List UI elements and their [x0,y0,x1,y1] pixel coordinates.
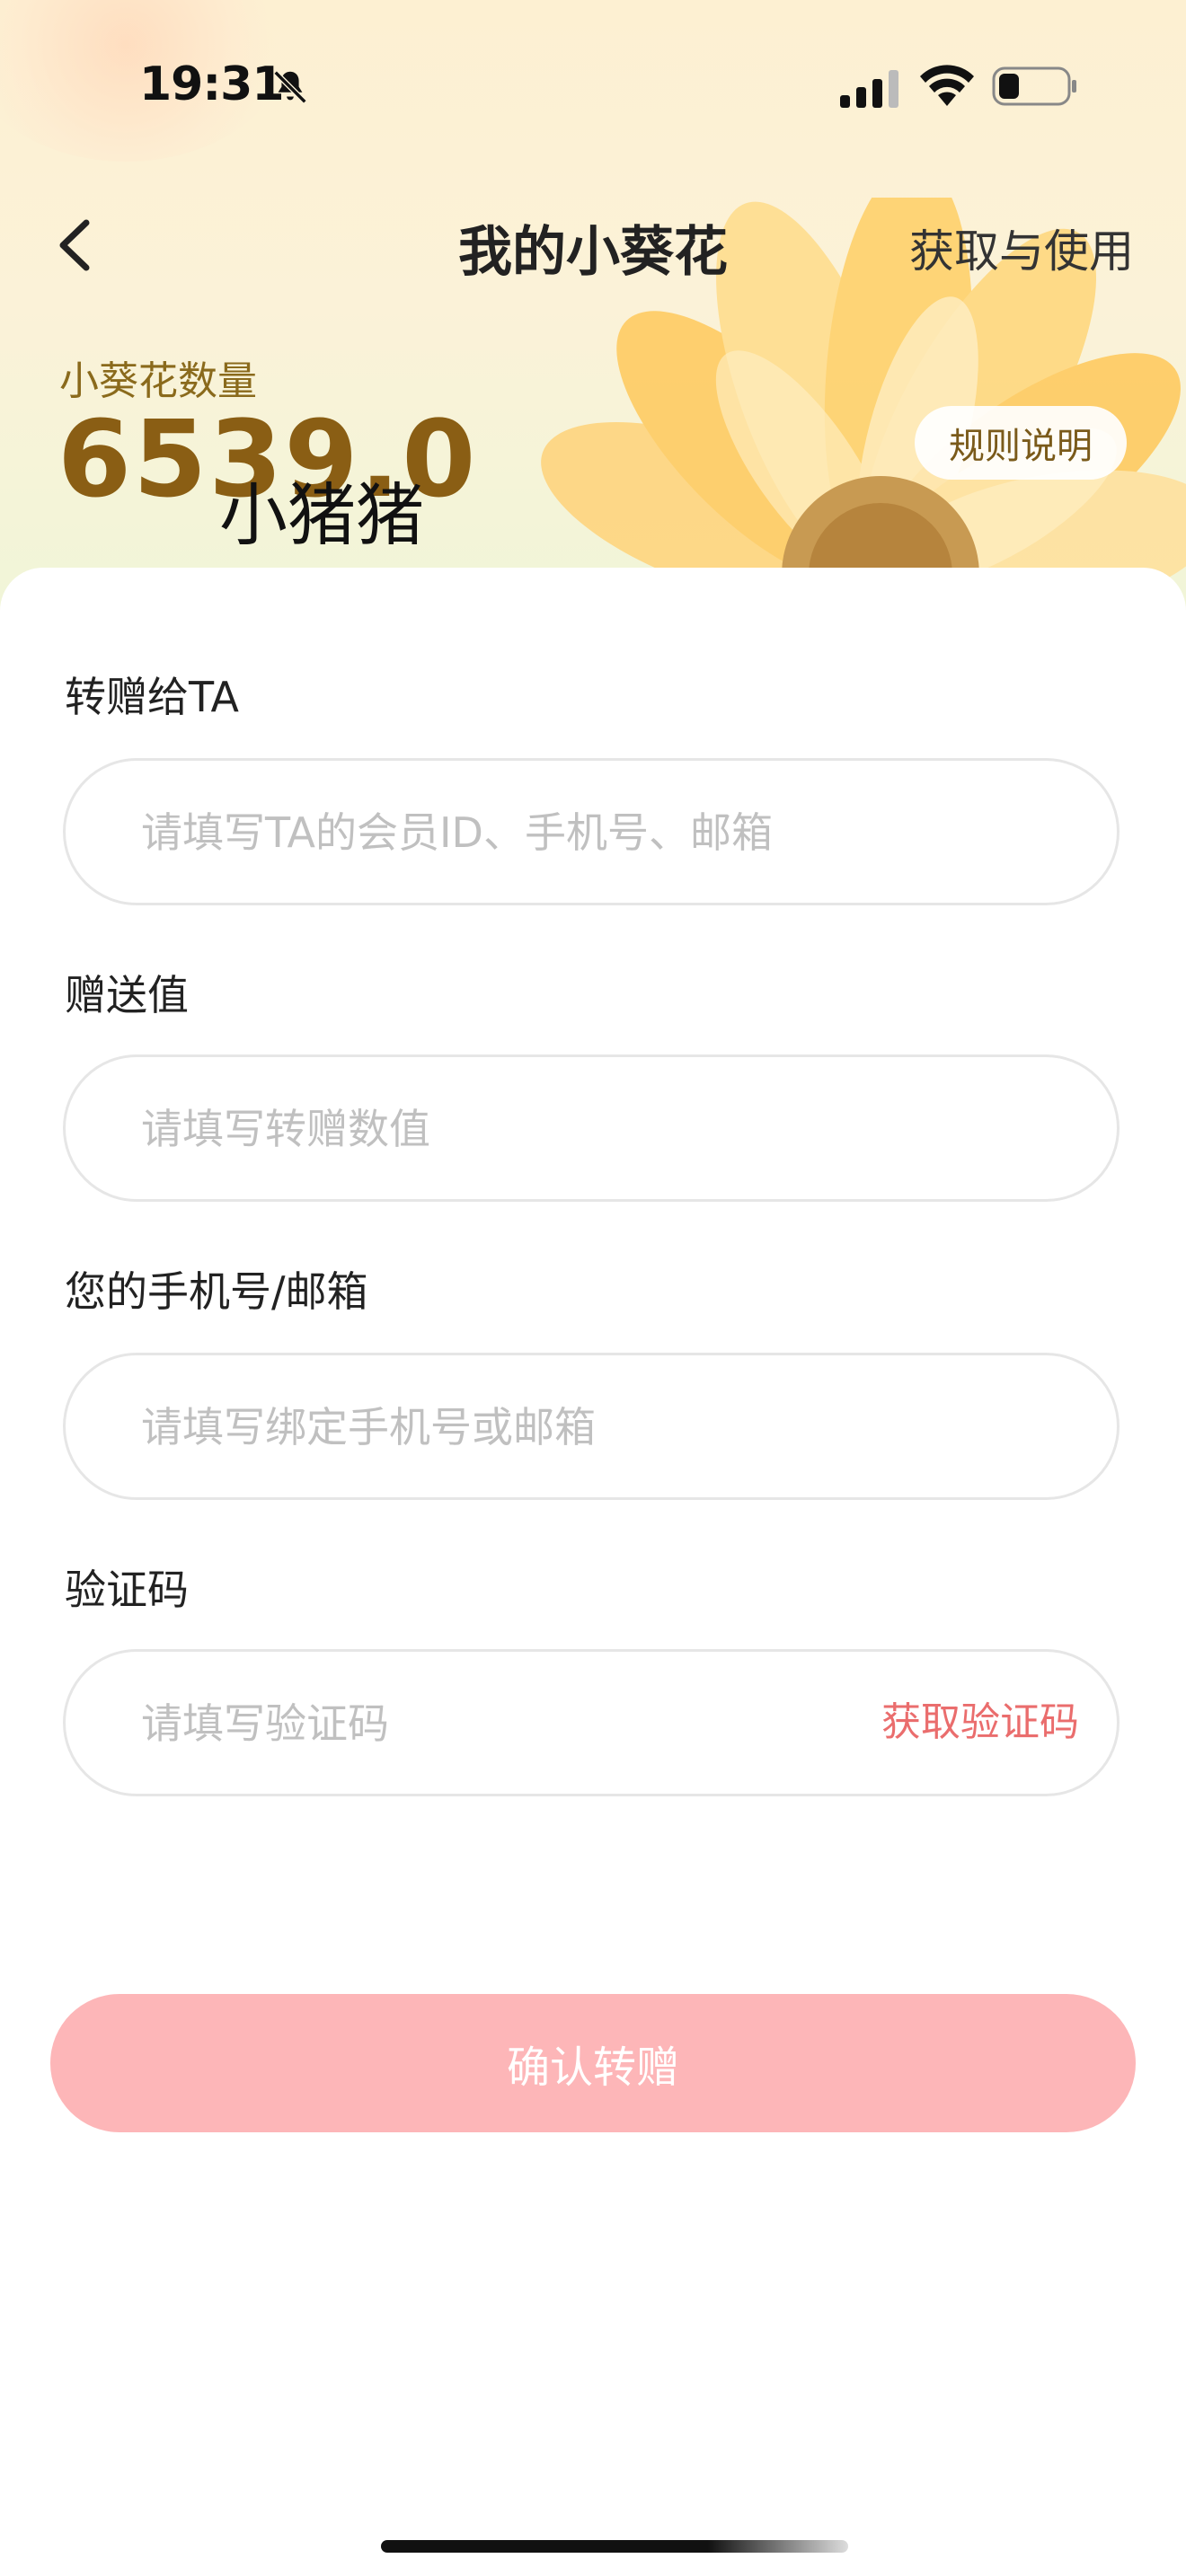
code-input[interactable] [139,1652,844,1795]
amount-input[interactable] [139,1057,951,1201]
confirm-transfer-button[interactable]: 确认转赠 [50,1994,1136,2132]
bell-slash-icon [273,70,307,104]
get-and-use-link[interactable]: 获取与使用 [909,216,1134,280]
home-indicator [381,2540,848,2553]
contact-input[interactable] [139,1355,951,1499]
code-field[interactable]: 获取验证码 [63,1649,1120,1796]
battery-icon [992,66,1076,106]
rules-button[interactable]: 规则说明 [915,406,1127,480]
amount-field[interactable] [63,1054,1120,1202]
status-bar: 19:31 [0,0,1186,171]
status-time: 19:31 [139,57,285,111]
recipient-field[interactable] [63,758,1120,905]
recipient-label: 转赠给TA [65,673,239,721]
signal-icon [840,70,898,108]
overlay-text: 小猪猪 [219,475,424,555]
code-label: 验证码 [65,1566,189,1614]
contact-label: 您的手机号/邮箱 [65,1267,368,1316]
amount-label: 赠送值 [65,971,189,1019]
recipient-input[interactable] [139,761,951,904]
wifi-icon [920,65,974,106]
contact-field[interactable] [63,1353,1120,1500]
get-code-button[interactable]: 获取验证码 [881,1652,1079,1794]
